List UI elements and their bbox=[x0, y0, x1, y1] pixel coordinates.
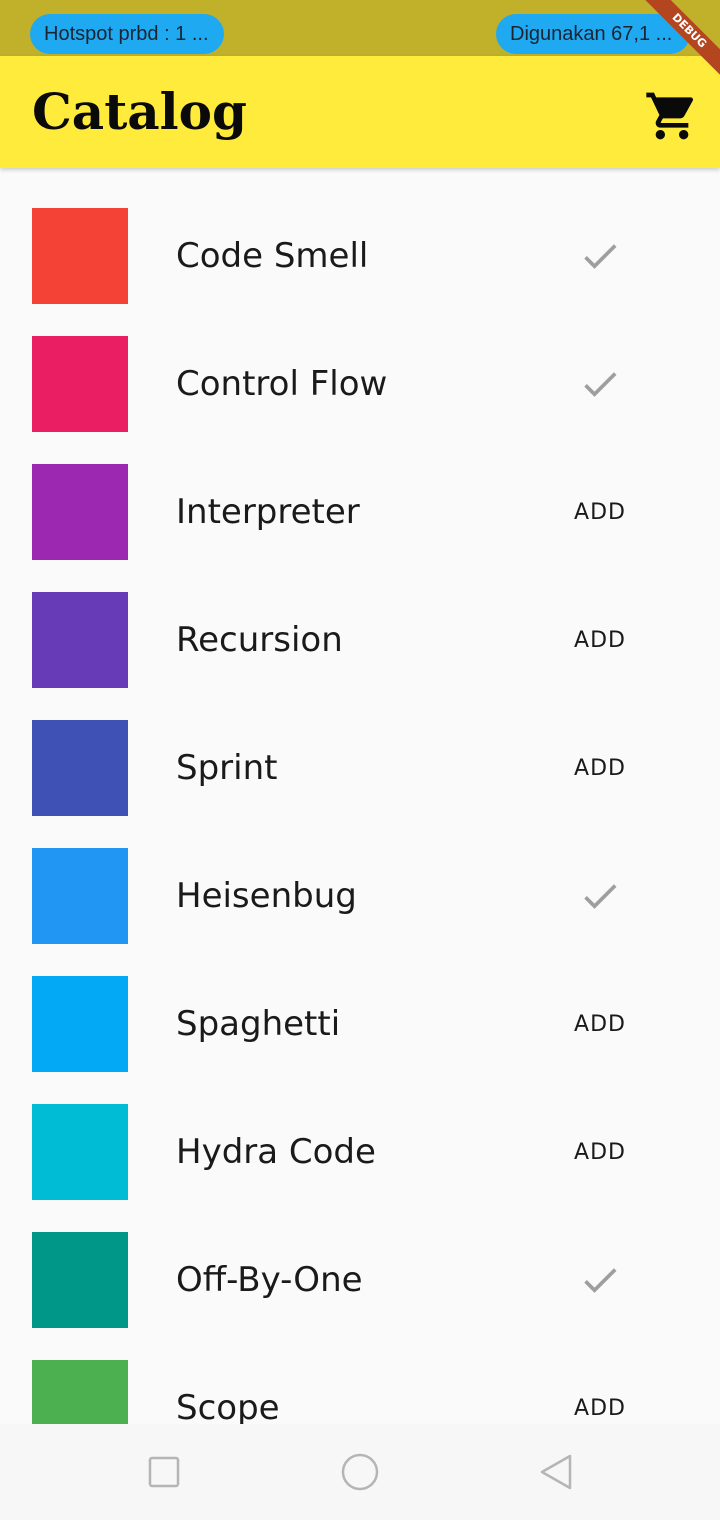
item-name: Code Smell bbox=[176, 236, 369, 276]
item-name: Interpreter bbox=[176, 492, 360, 532]
triangle-back-icon bbox=[540, 1454, 572, 1490]
item-color-swatch bbox=[32, 720, 128, 816]
item-name: Control Flow bbox=[176, 364, 388, 404]
item-name: Off-By-One bbox=[176, 1260, 363, 1300]
app-bar: Catalog bbox=[0, 56, 720, 168]
add-button[interactable]: ADD bbox=[566, 1384, 634, 1424]
data-usage-pill[interactable]: Digunakan 67,1 ... bbox=[496, 14, 690, 54]
in-cart-check-button[interactable] bbox=[566, 360, 634, 408]
check-icon bbox=[584, 884, 617, 909]
item-color-swatch bbox=[32, 208, 128, 304]
in-cart-check-button[interactable] bbox=[566, 872, 634, 920]
item-color-swatch bbox=[32, 1360, 128, 1424]
recents-button[interactable] bbox=[140, 1448, 188, 1496]
item-color-swatch bbox=[32, 1104, 128, 1200]
cart-button[interactable] bbox=[644, 88, 700, 144]
in-cart-check-button[interactable] bbox=[566, 1256, 634, 1304]
add-button[interactable]: ADD bbox=[566, 488, 634, 536]
circle-home-icon bbox=[341, 1453, 379, 1491]
catalog-item[interactable]: Off-By-One bbox=[0, 1192, 720, 1328]
add-button-label: ADD bbox=[574, 627, 626, 653]
item-name: Heisenbug bbox=[176, 876, 357, 916]
check-icon bbox=[584, 372, 617, 397]
catalog-item[interactable]: Spaghetti ADD bbox=[0, 936, 720, 1072]
item-color-swatch bbox=[32, 848, 128, 944]
catalog-item[interactable]: Interpreter ADD bbox=[0, 424, 720, 560]
item-name: Recursion bbox=[176, 620, 343, 660]
square-recents-icon bbox=[148, 1456, 180, 1488]
page-title: Catalog bbox=[32, 82, 247, 141]
item-name: Scope bbox=[176, 1388, 280, 1424]
add-button[interactable]: ADD bbox=[566, 1128, 634, 1176]
item-color-swatch bbox=[32, 336, 128, 432]
data-usage-text: Digunakan 67,1 ... bbox=[510, 23, 673, 45]
in-cart-check-button[interactable] bbox=[566, 232, 634, 280]
catalog-item[interactable]: Control Flow bbox=[0, 296, 720, 432]
item-color-swatch bbox=[32, 592, 128, 688]
shopping-cart-icon bbox=[646, 92, 694, 140]
add-button[interactable]: ADD bbox=[566, 744, 634, 792]
item-name: Sprint bbox=[176, 748, 278, 788]
add-button-label: ADD bbox=[574, 1395, 626, 1421]
catalog-item[interactable]: Scope ADD bbox=[0, 1320, 720, 1424]
hotspot-status-text: Hotspot prbd : 1 ... bbox=[44, 23, 209, 45]
add-button-label: ADD bbox=[574, 499, 626, 525]
add-button-label: ADD bbox=[574, 755, 626, 781]
item-color-swatch bbox=[32, 464, 128, 560]
item-name: Spaghetti bbox=[176, 1004, 341, 1044]
item-name: Hydra Code bbox=[176, 1132, 376, 1172]
catalog-item[interactable]: Sprint ADD bbox=[0, 680, 720, 816]
system-nav-bar bbox=[0, 1424, 720, 1520]
status-bar: Hotspot prbd : 1 ... Digunakan 67,1 ... bbox=[0, 0, 720, 56]
catalog-item[interactable]: Code Smell bbox=[0, 168, 720, 304]
catalog-list[interactable]: Code Smell Control Flow Interpreter ADD Recu… bbox=[0, 168, 720, 1424]
check-icon bbox=[584, 244, 617, 269]
add-button[interactable]: ADD bbox=[566, 1000, 634, 1048]
add-button-label: ADD bbox=[574, 1139, 626, 1165]
catalog-item[interactable]: Recursion ADD bbox=[0, 552, 720, 688]
hotspot-status-pill[interactable]: Hotspot prbd : 1 ... bbox=[30, 14, 224, 54]
item-color-swatch bbox=[32, 1232, 128, 1328]
catalog-item[interactable]: Heisenbug bbox=[0, 808, 720, 944]
home-button[interactable] bbox=[336, 1448, 384, 1496]
check-icon bbox=[584, 1268, 617, 1293]
back-button[interactable] bbox=[532, 1448, 580, 1496]
catalog-item[interactable]: Hydra Code ADD bbox=[0, 1064, 720, 1200]
add-button[interactable]: ADD bbox=[566, 616, 634, 664]
add-button-label: ADD bbox=[574, 1011, 626, 1037]
item-color-swatch bbox=[32, 976, 128, 1072]
